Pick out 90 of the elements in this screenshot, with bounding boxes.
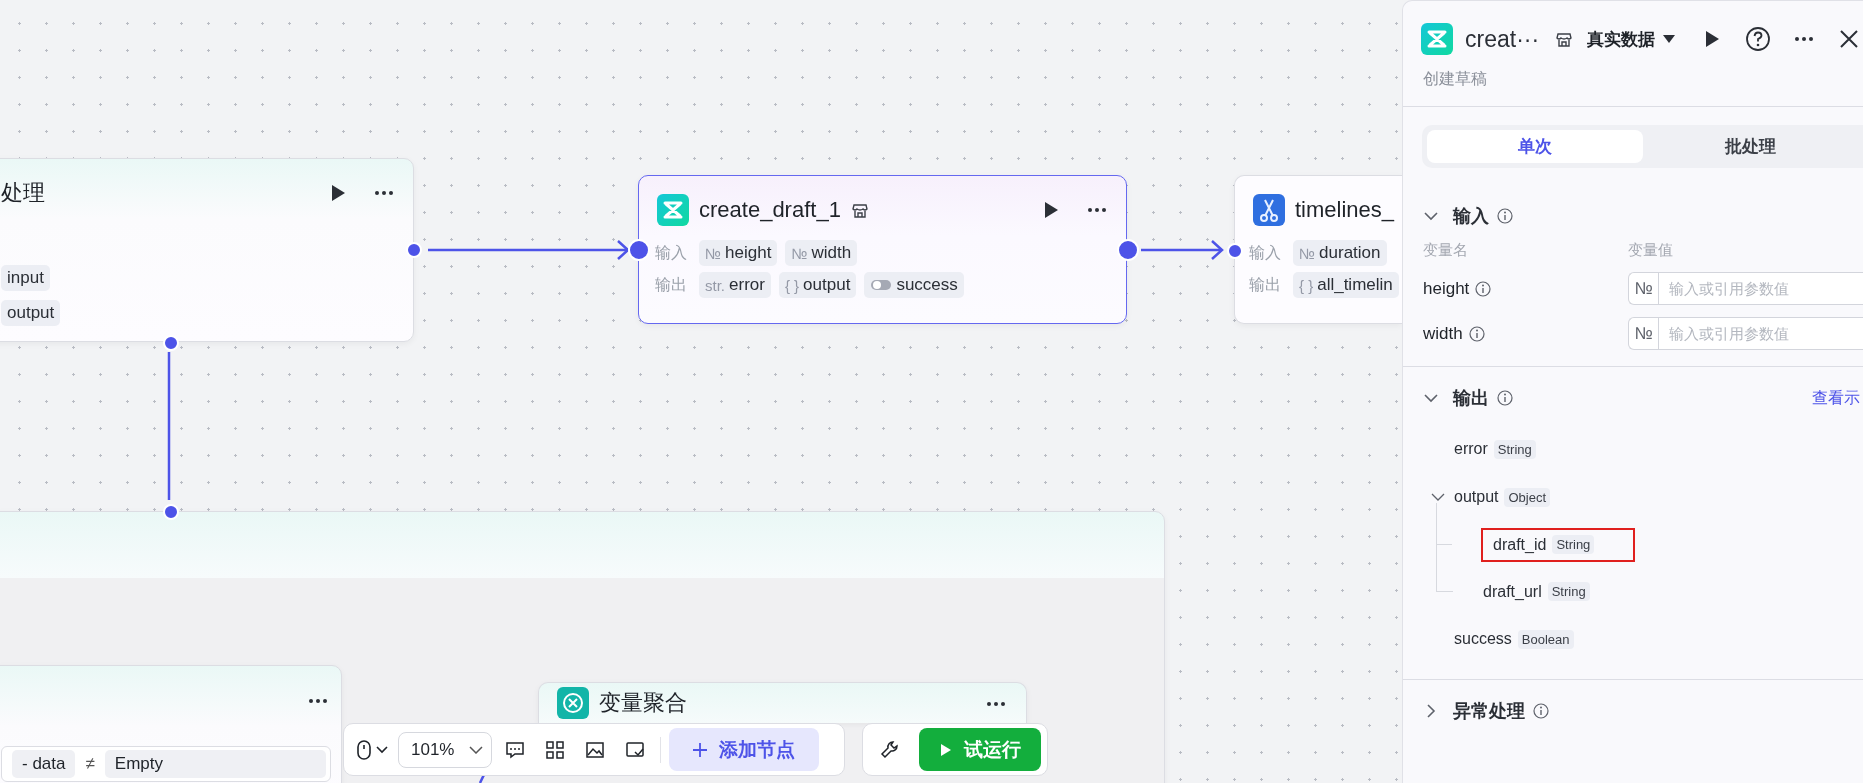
variable-name: all_timelin (1317, 275, 1393, 295)
mouse-icon (356, 738, 372, 761)
variable-name: success (896, 275, 958, 295)
type-label: № (705, 244, 722, 262)
port-dot[interactable] (1117, 239, 1139, 261)
variable-name: height (725, 243, 772, 263)
value-input-field[interactable]: 输入或引用参数值 (1658, 272, 1863, 305)
row-label: 输出 (655, 274, 687, 295)
variable-name: duration (1319, 243, 1381, 263)
type-label: { } (1299, 276, 1314, 294)
zoom-select[interactable]: 101% (398, 731, 492, 768)
info-icon (1468, 325, 1485, 342)
store-icon (1555, 30, 1574, 48)
variable-name: input (7, 268, 44, 288)
node-card[interactable]: 变量聚合 (538, 682, 1027, 723)
port-dot[interactable] (1227, 243, 1243, 259)
node-title: create_draft_1 (699, 197, 841, 223)
field-name: error (1454, 440, 1488, 458)
chevron-down-icon (376, 745, 388, 754)
caret-down-icon (1663, 34, 1676, 44)
field-name: draft_url (1483, 582, 1542, 601)
type-label: № (791, 244, 808, 262)
node-card[interactable]: 处理 input output (0, 158, 414, 342)
node-card[interactable]: timelines_ 输入 № duration 输出 { } all_timelin (1234, 175, 1402, 324)
chevron-down-icon (469, 745, 483, 754)
info-icon (1475, 280, 1492, 297)
node-title: 处理 (1, 179, 45, 207)
panel-title: creat··· (1465, 25, 1540, 53)
toggle-icon (870, 278, 893, 292)
row-label: 输入 (1249, 242, 1281, 263)
field-name: draft_id (1493, 535, 1547, 554)
add-node-button[interactable]: 添加节点 (669, 728, 819, 771)
play-icon (939, 742, 952, 757)
condition-left[interactable]: - data (12, 750, 76, 778)
panel-subtitle: 创建草稿 (1423, 69, 1488, 89)
data-source-dropdown[interactable]: 真实数据 (1587, 27, 1676, 51)
param-name: height (1423, 278, 1470, 299)
port-dot[interactable] (628, 239, 650, 261)
type-badge: Object (1504, 487, 1551, 507)
type-selector[interactable]: № (1628, 317, 1658, 350)
wrench-icon[interactable] (880, 739, 900, 760)
row-label: 输入 (655, 242, 687, 263)
minimap-icon[interactable] (625, 739, 645, 760)
node-card[interactable]: - data ≠ Empty (0, 665, 342, 783)
condition-right[interactable]: Empty (104, 750, 326, 778)
field-name: output (1454, 488, 1499, 506)
section-title: 输入 (1453, 205, 1489, 228)
section-title: 输出 (1453, 387, 1489, 410)
node-title: 变量聚合 (599, 689, 687, 717)
type-label: № (1299, 244, 1316, 262)
variable-name: output (803, 275, 851, 295)
type-selector[interactable]: № (1628, 272, 1658, 305)
type-label: { } (784, 276, 800, 294)
variable-name: error (729, 275, 765, 295)
node-title: timelines_ (1295, 197, 1395, 223)
app-icon (557, 687, 589, 719)
app-icon (657, 194, 689, 226)
comment-icon[interactable] (505, 739, 525, 760)
type-label: str. (705, 276, 725, 294)
info-icon (1497, 208, 1513, 224)
image-icon[interactable] (585, 739, 605, 760)
variable-name: output (7, 303, 55, 323)
info-icon (1497, 390, 1513, 406)
param-name: width (1423, 323, 1463, 344)
node-card[interactable]: create_draft_1 输入 № height № width 输出 str. error { } output success (638, 175, 1127, 324)
variable-name: width (811, 243, 852, 263)
type-badge: String (1493, 439, 1536, 459)
row-label: 输出 (1249, 274, 1281, 295)
info-icon (1533, 703, 1549, 719)
app-icon (1253, 194, 1285, 226)
type-badge: String (1552, 535, 1595, 554)
operator-label[interactable]: ≠ (85, 754, 95, 774)
layout-grid-icon[interactable] (545, 739, 565, 760)
help-icon[interactable] (1745, 26, 1772, 52)
mode-tab[interactable]: 单次 (1427, 130, 1643, 163)
view-example-link[interactable]: 查看示 (1812, 387, 1860, 409)
section-title: 异常处理 (1453, 700, 1525, 723)
port-dot[interactable] (163, 335, 179, 351)
app-icon (1421, 23, 1453, 55)
type-badge: Boolean (1517, 629, 1574, 649)
column-header: 变量名 (1423, 241, 1469, 260)
port-dot[interactable] (406, 242, 422, 258)
store-icon (850, 201, 869, 219)
mode-tab[interactable]: 批处理 (1642, 130, 1858, 163)
plus-icon (693, 742, 707, 757)
type-badge: String (1547, 582, 1590, 601)
port-dot[interactable] (163, 504, 179, 520)
field-name: success (1454, 630, 1512, 648)
value-input-field[interactable]: 输入或引用参数值 (1658, 317, 1863, 350)
column-header: 变量值 (1628, 241, 1674, 260)
